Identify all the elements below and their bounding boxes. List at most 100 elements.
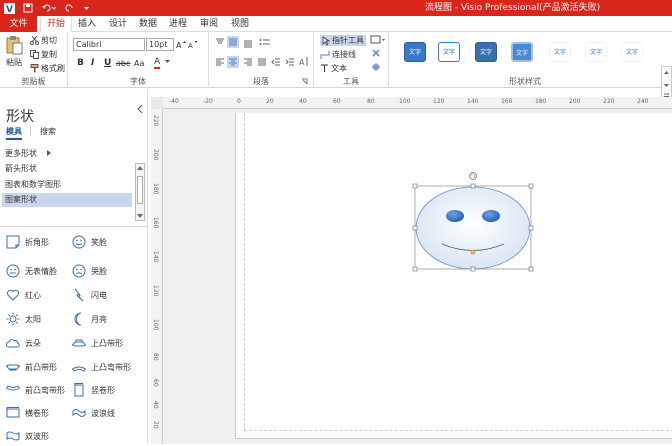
shape-style-7[interactable]: 文字 [621,42,643,62]
align-top-icon[interactable] [215,38,225,48]
shape-item[interactable]: 闪电 [72,285,107,305]
tab-file[interactable]: 文件 [0,16,37,32]
shape-item[interactable]: 横卷形 [6,403,49,423]
ruler-tick-label: 200 [152,149,159,161]
horizontal-ruler[interactable]: -40 -20 0 20 40 60 80 100 120 140 160 18… [163,97,672,109]
stencil-scrollbar[interactable] [135,163,145,221]
stencil-item-charts-math[interactable]: 图表和数学图形 [2,178,132,192]
ruler-tick-label: 240 [637,98,649,105]
align-middle-icon[interactable] [227,36,239,48]
ruler-tick-label: 40 [299,98,307,105]
shape-item[interactable]: 前凸弯带形 [6,380,65,400]
italic-button[interactable]: I [91,58,94,68]
grow-font-icon[interactable]: A [176,40,186,49]
shape-style-5[interactable]: 文字 [549,42,571,62]
shape-item[interactable]: 折角形 [6,232,49,252]
sad-face-icon [72,264,86,278]
copy-button[interactable]: 复制 [30,49,57,60]
format-painter-button[interactable]: 格式刷 [30,63,65,74]
scroll-thumb[interactable] [137,176,143,204]
bold-button[interactable]: B [77,58,84,68]
text-direction-icon[interactable]: A [299,56,309,68]
ruler-tick-label: 60 [152,379,159,387]
shape-style-3[interactable]: 文字 [475,42,497,62]
ruler-tick-label: 180 [535,98,547,105]
align-bottom-icon[interactable] [243,38,253,48]
svg-text:A: A [188,42,193,49]
drawing-canvas[interactable] [163,109,672,444]
shape-style-6[interactable]: 文字 [585,42,607,62]
close-tool-icon[interactable] [372,49,380,57]
font-family-select[interactable]: Calibri [73,38,145,51]
tab-search[interactable]: 搜索 [40,126,56,137]
shape-label: 笑脸 [91,237,107,247]
paste-button[interactable]: 粘贴 [5,35,23,68]
shape-item[interactable]: 太阳 [6,309,41,329]
increase-indent-icon[interactable] [285,58,295,68]
shape-item[interactable]: 云朵 [6,333,41,353]
curved-ribbon-front-icon [6,385,20,391]
tab-divider [30,126,31,136]
text-tool-button[interactable]: 文本 [320,63,347,74]
shape-item[interactable]: 前凸带形 [6,357,57,377]
drawing-page[interactable] [235,113,672,439]
strikethrough-button[interactable]: abc [116,59,130,68]
qat-dropdown-icon[interactable] [83,3,90,13]
bullets-icon[interactable] [259,38,271,48]
paste-icon [6,36,23,55]
decrease-indent-icon[interactable] [271,58,281,68]
shape-item[interactable]: 波浪线 [72,403,115,423]
shape-style-4[interactable]: 文字 [511,42,533,62]
tab-data[interactable]: 数据 [133,16,163,32]
shape-item[interactable]: 上凸弯带形 [72,357,131,377]
redo-icon[interactable] [65,3,75,13]
shape-item[interactable]: 哭脸 [72,261,107,281]
more-shapes-item[interactable]: 更多形状 [2,147,132,161]
scissors-icon [30,36,39,45]
font-color-dropdown-icon[interactable] [165,60,170,64]
shape-item[interactable]: 无表情脸 [6,261,57,281]
align-right-icon[interactable] [243,58,253,68]
scroll-up-icon[interactable] [137,165,143,170]
vertical-ruler[interactable]: 220 200 180 160 140 120 100 80 60 40 20 [151,109,163,444]
shape-item[interactable]: 红心 [6,285,41,305]
stencil-item-pattern-shapes[interactable]: 图案形状 [2,193,132,207]
connection-point-icon[interactable] [371,62,381,72]
shape-label: 波浪线 [91,408,115,418]
justify-icon[interactable] [257,58,267,68]
tab-view[interactable]: 视图 [225,16,255,32]
ruler-tick-label: 20 [152,421,159,429]
tab-stencils[interactable]: 模具 [6,126,22,140]
shape-item[interactable]: 竖卷形 [72,380,115,400]
shrink-font-icon[interactable]: A [188,40,198,49]
font-size-select[interactable]: 10pt [146,38,174,51]
rectangle-tool-icon[interactable] [370,35,386,45]
align-center-icon[interactable] [227,56,239,68]
undo-icon[interactable] [41,3,57,13]
pointer-tool-button[interactable]: 指针工具 [320,35,366,46]
tab-insert[interactable]: 插入 [72,16,102,32]
shape-label: 横卷形 [25,408,49,418]
save-icon[interactable] [23,3,33,13]
shape-item[interactable]: 上凸带形 [72,333,123,353]
change-case-button[interactable]: Aa [134,59,144,68]
tab-process[interactable]: 进程 [163,16,193,32]
tab-home[interactable]: 开始 [40,16,73,32]
shape-style-2[interactable]: 文字 [438,42,460,62]
font-color-button[interactable]: A [154,57,161,69]
collapse-panel-icon[interactable] [137,105,143,113]
align-left-icon[interactable] [215,58,225,68]
tab-design[interactable]: 设计 [103,16,133,32]
shape-item[interactable]: 笑脸 [72,232,107,252]
tab-review[interactable]: 审阅 [194,16,224,32]
shape-style-1[interactable]: 文字 [404,42,426,62]
shape-item[interactable]: 月亮 [72,309,107,329]
connector-tool-button[interactable]: 连接线 [320,49,356,60]
stencil-item-arrows[interactable]: 箭头形状 [2,162,132,176]
cut-button[interactable]: 剪切 [30,35,57,46]
ribbon-tabs: 文件 开始 插入 设计 数据 进程 审阅 视图 [0,16,672,32]
scroll-down-icon[interactable] [137,214,143,219]
smiley-shape[interactable] [408,169,538,274]
shape-item[interactable]: 双波形 [6,426,49,446]
underline-button[interactable]: U [104,58,111,68]
